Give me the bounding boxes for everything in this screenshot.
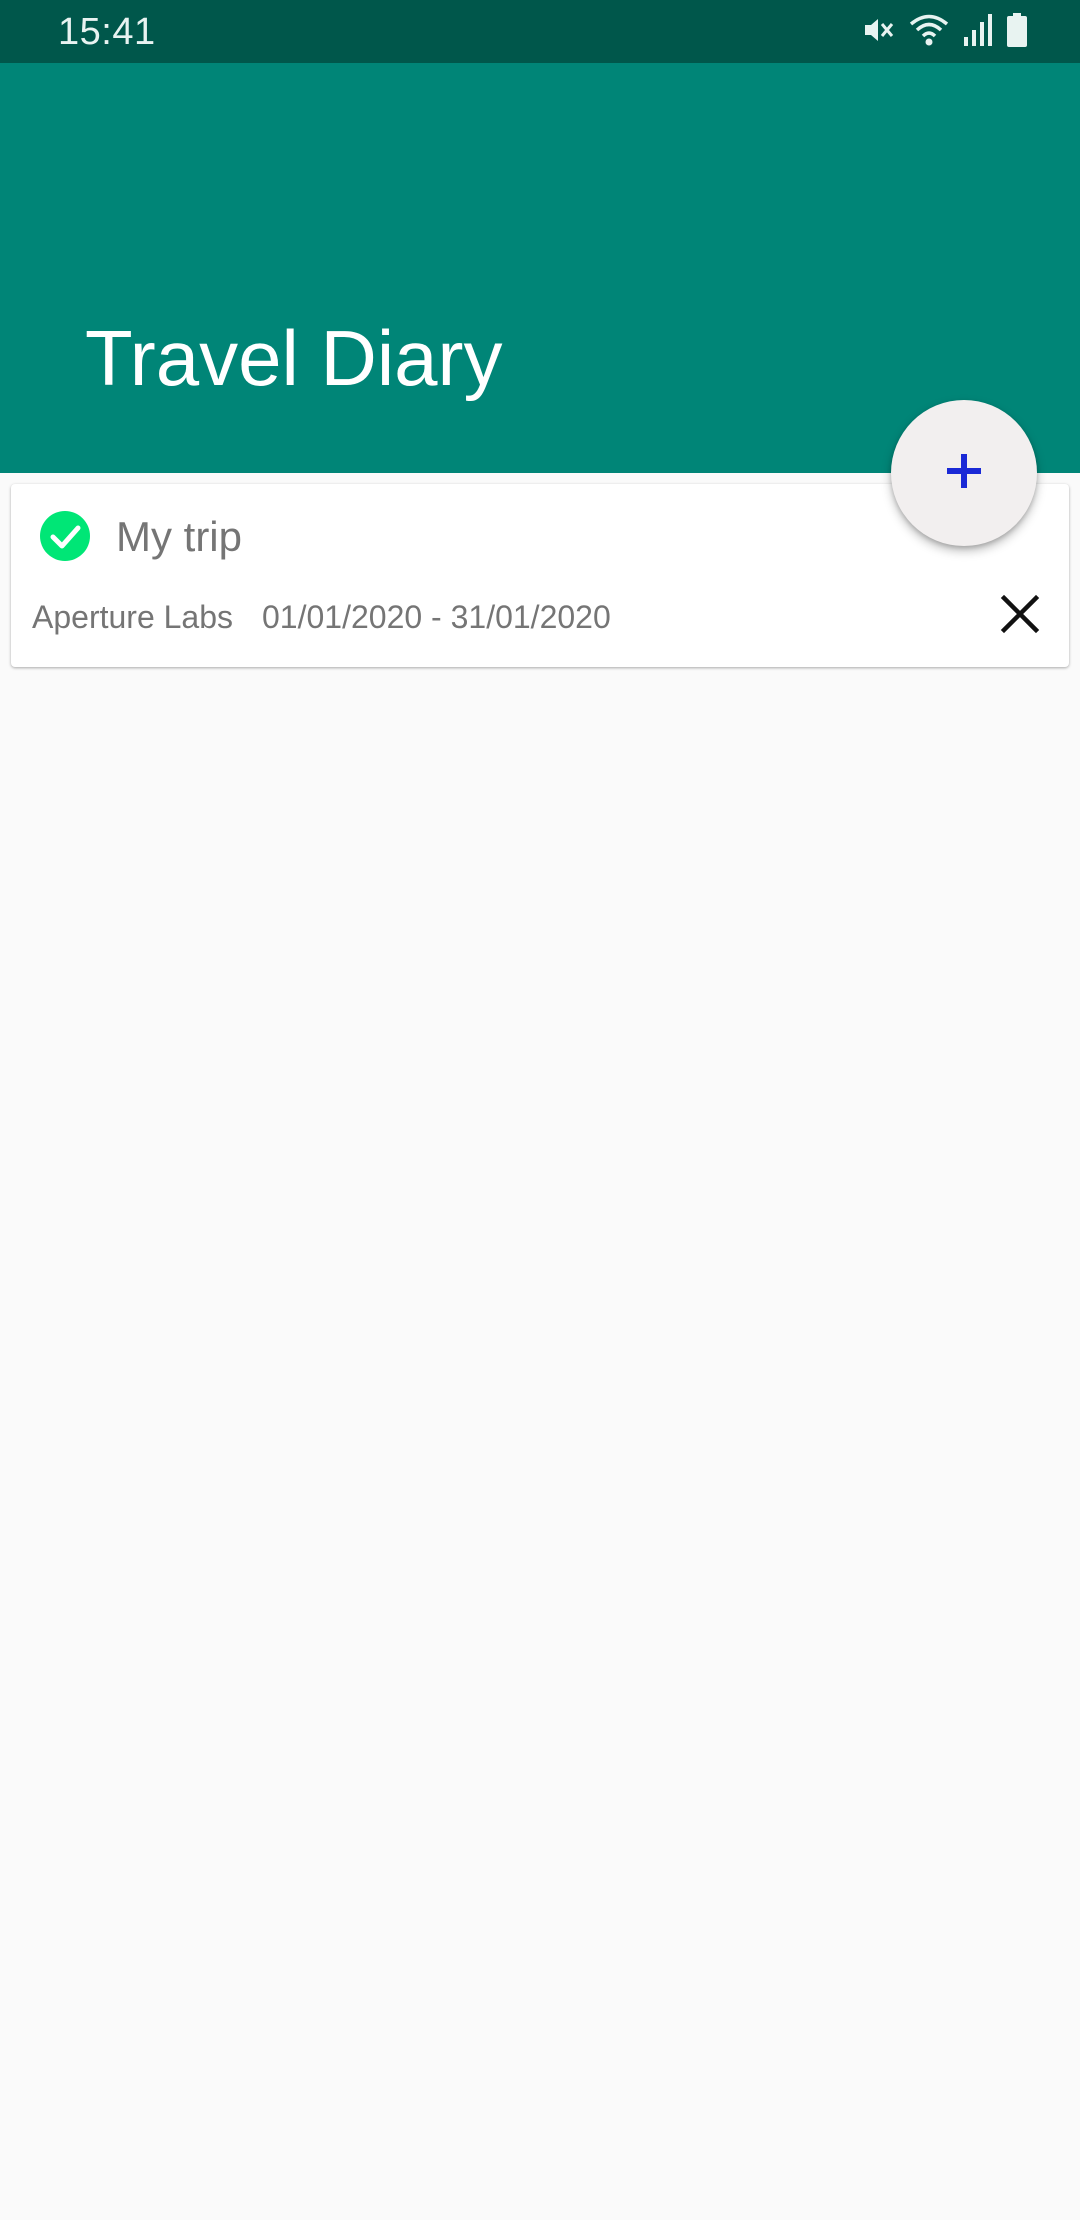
status-time: 15:41: [58, 11, 156, 53]
add-trip-button[interactable]: [891, 400, 1037, 546]
close-icon: [1000, 594, 1040, 639]
trip-company: Aperture Labs: [32, 599, 234, 635]
trip-name: My trip: [116, 513, 242, 560]
status-icons: [860, 12, 1028, 52]
trip-dates: 01/01/2020 - 31/01/2020: [262, 599, 611, 635]
check-circle-icon: [38, 509, 92, 563]
wifi-icon: [908, 12, 950, 53]
app-bar: Travel Diary: [0, 63, 1080, 473]
plus-icon: [944, 451, 984, 496]
delete-trip-button[interactable]: [991, 587, 1049, 645]
signal-icon: [962, 12, 994, 53]
battery-icon: [1006, 12, 1028, 53]
status-bar: 15:41: [0, 0, 1080, 63]
mute-icon: [860, 12, 896, 53]
page-title: Travel Diary: [85, 314, 503, 402]
